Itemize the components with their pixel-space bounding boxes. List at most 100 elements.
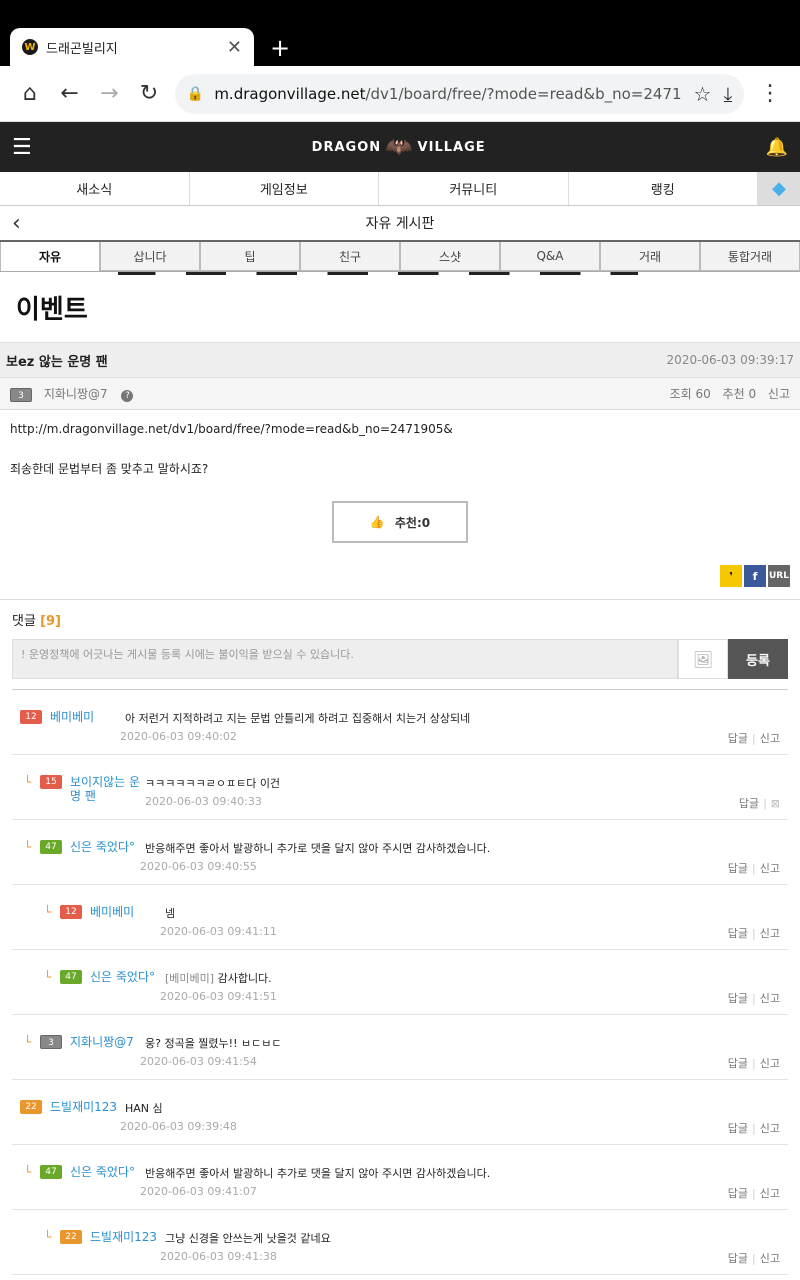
report-link[interactable]: 신고	[760, 1187, 780, 1200]
comment-item: 22 드빌재미123 HAN 심 2020-06-03 09:39:48 답글 | 신…	[12, 1080, 788, 1145]
comment-item: └ 47 신은 죽었다° [베미베미] 감사합니다. 2020-06-03 09:…	[12, 950, 788, 1015]
submit-comment-button[interactable]: 등록	[728, 639, 788, 679]
report-link[interactable]: 신고	[760, 1057, 780, 1070]
reply-link[interactable]: 답글	[728, 927, 748, 940]
lock-icon: 🔒	[186, 85, 205, 102]
image-attach-icon[interactable]: 🖼	[678, 639, 728, 679]
menu-kebab-icon[interactable]: ⋮	[750, 72, 790, 116]
comment-text: 웅? 정곡을 찔렸누!! ㅂㄷㅂㄷ	[145, 1037, 282, 1050]
reload-icon[interactable]: ↻	[129, 72, 169, 116]
nav-ranking[interactable]: 랭킹	[569, 172, 758, 205]
comment-author[interactable]: 47 신은 죽었다°	[60, 970, 162, 984]
url-copy-icon[interactable]: URL	[768, 565, 790, 587]
report-link[interactable]: 신고	[760, 992, 780, 1005]
report-link[interactable]: 신고	[760, 927, 780, 940]
subtab-integrated-trade[interactable]: 통합거래	[700, 242, 800, 271]
banner-text: 이벤트	[16, 294, 88, 325]
reply-link[interactable]: 답글	[728, 732, 748, 745]
thumbs-up-icon: 👍	[369, 515, 385, 529]
comment-author[interactable]: 22 드빌재미123	[20, 1100, 130, 1114]
post-link[interactable]: http://m.dragonvillage.net/dv1/board/fre…	[10, 422, 790, 436]
comment-author[interactable]: 15 보이지않는 운명 팬	[40, 775, 142, 803]
recommend-label: 추천:0	[394, 515, 431, 530]
comment-text: 반응해주면 좋아서 발광하니 추가로 댓을 달지 않아 주시면 감사하겠습니다.	[145, 842, 491, 855]
diamond-icon[interactable]: ◆	[758, 172, 800, 205]
comment-author[interactable]: 12 베미베미	[60, 905, 162, 919]
bookmark-star-icon[interactable]: ☆	[694, 82, 712, 106]
nav-community[interactable]: 커뮤니티	[379, 172, 569, 205]
nav-gameinfo[interactable]: 게임정보	[190, 172, 379, 205]
comment-time: 2020-06-03 09:40:33	[145, 795, 262, 808]
comments-section: 댓글 [9] ! 운영정책에 어긋나는 게시물 등록 시에는 불이익을 받으실 …	[0, 599, 800, 1275]
comment-author[interactable]: 3 지화니짱@7	[40, 1035, 150, 1049]
subtab-tip[interactable]: 팁	[200, 242, 300, 271]
help-icon[interactable]: ?	[121, 390, 134, 402]
reply-link[interactable]: 답글	[739, 797, 759, 810]
comment-item: └ 47 신은 죽었다° 반응해주면 좋아서 발광하니 추가로 댓을 달지 않아 …	[12, 820, 788, 885]
comment-time: 2020-06-03 09:41:11	[160, 925, 277, 938]
report-link[interactable]: 신고	[760, 862, 780, 875]
comment-time: 2020-06-03 09:40:02	[120, 730, 237, 743]
report-post-link[interactable]: 신고	[768, 387, 790, 401]
reply-arrow-icon: └	[44, 905, 52, 919]
back-icon[interactable]: ←	[50, 72, 90, 116]
browser-tabbar: W 드래곤빌리지 ✕ +	[0, 0, 800, 66]
reply-arrow-icon: └	[24, 840, 32, 854]
comment-actions: 답글 | 신고	[727, 1187, 780, 1200]
comment-author[interactable]: 47 신은 죽었다°	[40, 1165, 142, 1179]
hamburger-menu-icon[interactable]: ☰	[12, 135, 32, 160]
comment-item: └ 22 드빌재미123 그냥 신경을 안쓰는게 낫을것 같네요 2020-06-…	[12, 1210, 788, 1275]
nav-news[interactable]: 새소식	[0, 172, 190, 205]
comment-item: └ 12 베미베미 넴 2020-06-03 09:41:11 답글 | 신고	[12, 885, 788, 950]
comment-author[interactable]: 47 신은 죽었다°	[40, 840, 142, 854]
site-logo[interactable]: DRAGON 🦇 VILLAGE	[312, 135, 486, 160]
close-tab-icon[interactable]: ✕	[227, 37, 242, 58]
report-link[interactable]: 신고	[760, 1122, 780, 1135]
kakaostory-icon[interactable]: ❜	[720, 565, 742, 587]
event-banner[interactable]: 이벤트	[0, 272, 800, 342]
url-text[interactable]: m.dragonvillage.net/dv1/board/free/?mode…	[214, 85, 681, 103]
reply-arrow-icon: └	[44, 1230, 52, 1244]
subtab-qa[interactable]: Q&A	[500, 242, 600, 271]
browser-tab[interactable]: W 드래곤빌리지 ✕	[10, 28, 254, 66]
facebook-icon[interactable]: f	[744, 565, 766, 587]
subtab-free[interactable]: 자유	[0, 242, 100, 271]
comment-actions: 답글 | 신고	[727, 992, 780, 1005]
home-icon[interactable]: ⌂	[10, 72, 50, 116]
comments-count: 댓글 [9]	[12, 614, 61, 629]
reply-link[interactable]: 답글	[728, 1252, 748, 1265]
subtab-screenshot[interactable]: 스샷	[400, 242, 500, 271]
reply-link[interactable]: 답글	[728, 992, 748, 1005]
back-chevron-icon[interactable]: ‹	[12, 211, 21, 236]
report-link[interactable]: 신고	[760, 732, 780, 745]
comment-input[interactable]: ! 운영정책에 어긋나는 게시물 등록 시에는 불이익을 받으실 수 있습니다.	[12, 639, 678, 679]
reply-link[interactable]: 답글	[728, 1187, 748, 1200]
main-nav: 새소식 게임정보 커뮤니티 랭킹 ◆	[0, 172, 800, 206]
reply-link[interactable]: 답글	[728, 862, 748, 875]
delete-icon[interactable]: ⊠	[771, 797, 780, 810]
comment-actions: 답글 | 신고	[727, 1057, 780, 1070]
subtab-buy[interactable]: 삽니다	[100, 242, 200, 271]
post-author-block: 3 지화니짱@7 ?	[10, 385, 134, 402]
comment-item: └ 15 보이지않는 운명 팬 ㅋㅋㅋㅋㅋㅋㄹㅇㅍㅌ다 이건 2020-06-03…	[12, 755, 788, 820]
post-author[interactable]: 지화니짱@7	[44, 387, 108, 401]
new-tab-icon[interactable]: +	[270, 34, 290, 62]
comment-author[interactable]: 22 드빌재미123	[60, 1230, 170, 1244]
post-date: 2020-06-03 09:39:17	[666, 353, 794, 367]
comment-text: ㅋㅋㅋㅋㅋㅋㄹㅇㅍㅌ다 이건	[145, 777, 281, 790]
forward-icon[interactable]: →	[89, 72, 129, 116]
download-icon[interactable]: ⤓	[723, 82, 732, 106]
subtab-friend[interactable]: 친구	[300, 242, 400, 271]
notification-bell-icon[interactable]: 🔔	[766, 137, 788, 158]
comment-actions: 답글 | 신고	[727, 1252, 780, 1265]
address-bar[interactable]: 🔒 m.dragonvillage.net/dv1/board/free/?mo…	[174, 73, 745, 114]
report-link[interactable]: 신고	[760, 1252, 780, 1265]
comment-time: 2020-06-03 09:41:38	[160, 1250, 277, 1263]
comment-author[interactable]: 12 베미베미	[20, 710, 122, 724]
reply-link[interactable]: 답글	[728, 1057, 748, 1070]
post-info: 3 지화니짱@7 ? 조회 60 추천 0 신고	[0, 378, 800, 410]
board-title-bar: ‹ 자유 게시판	[0, 206, 800, 242]
subtab-trade[interactable]: 거래	[600, 242, 700, 271]
reply-link[interactable]: 답글	[728, 1122, 748, 1135]
recommend-button[interactable]: 👍 추천:0	[332, 501, 468, 543]
